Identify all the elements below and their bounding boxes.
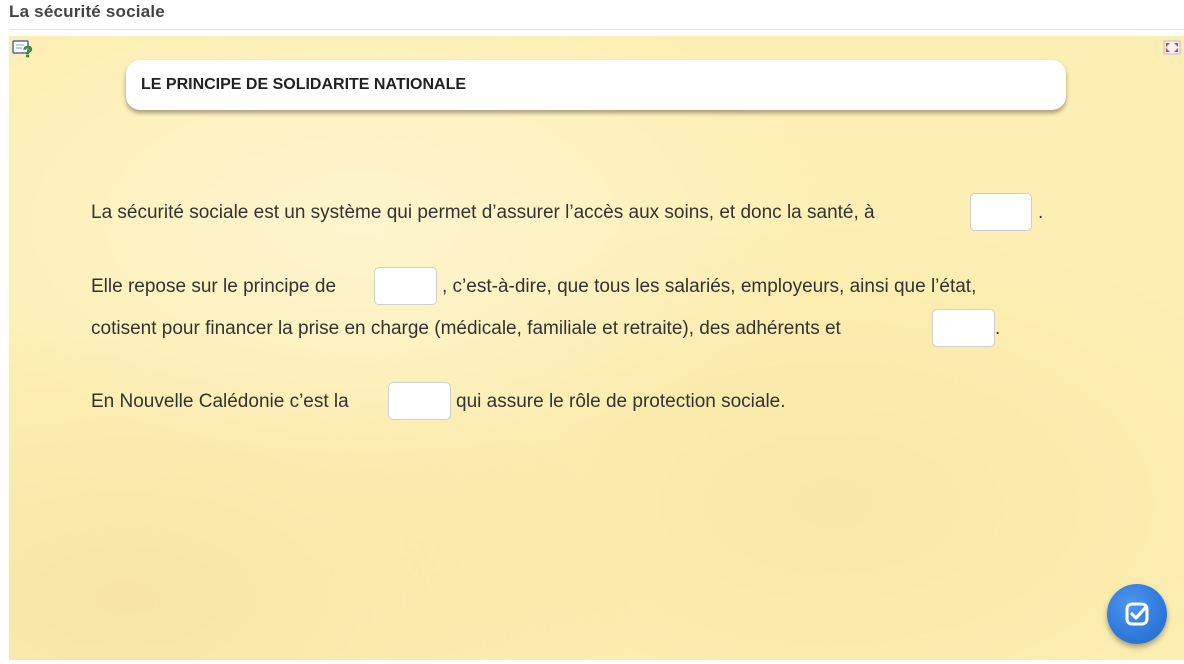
text-line: , c’est-à-dire, que tous les salariés, e…: [442, 276, 977, 297]
title-divider: [9, 29, 1184, 30]
help-question-icon[interactable]: ?: [12, 39, 34, 61]
answer-blank-3[interactable]: [932, 309, 995, 347]
text-line: qui assure le rôle de protection sociale…: [456, 391, 786, 412]
check-icon: [1125, 602, 1149, 626]
answer-blank-4[interactable]: [388, 382, 451, 420]
answer-blank-1[interactable]: [970, 193, 1032, 231]
check-answers-button[interactable]: [1107, 584, 1167, 644]
text-line: La sécurité sociale est un système qui p…: [91, 202, 875, 223]
activity-title: LE PRINCIPE DE SOLIDARITE NATIONALE: [141, 76, 467, 93]
text-line: .: [995, 318, 1001, 339]
text-line: cotisent pour financer la prise en charg…: [91, 318, 841, 339]
activity-header-card: LE PRINCIPE DE SOLIDARITE NATIONALE: [126, 60, 1066, 110]
text-line: En Nouvelle Calédonie c’est la: [91, 391, 349, 412]
svg-text:?: ?: [23, 44, 33, 59]
text-line: .: [1038, 202, 1044, 223]
page-title: La sécurité sociale: [9, 2, 165, 21]
text-line: Elle repose sur le principe de: [91, 276, 337, 297]
activity-area: ? LE PRINCIPE DE SOLIDARITE NATIONALE La…: [9, 36, 1184, 660]
fullscreen-icon[interactable]: [1163, 39, 1181, 57]
answer-blank-2[interactable]: [374, 267, 437, 305]
